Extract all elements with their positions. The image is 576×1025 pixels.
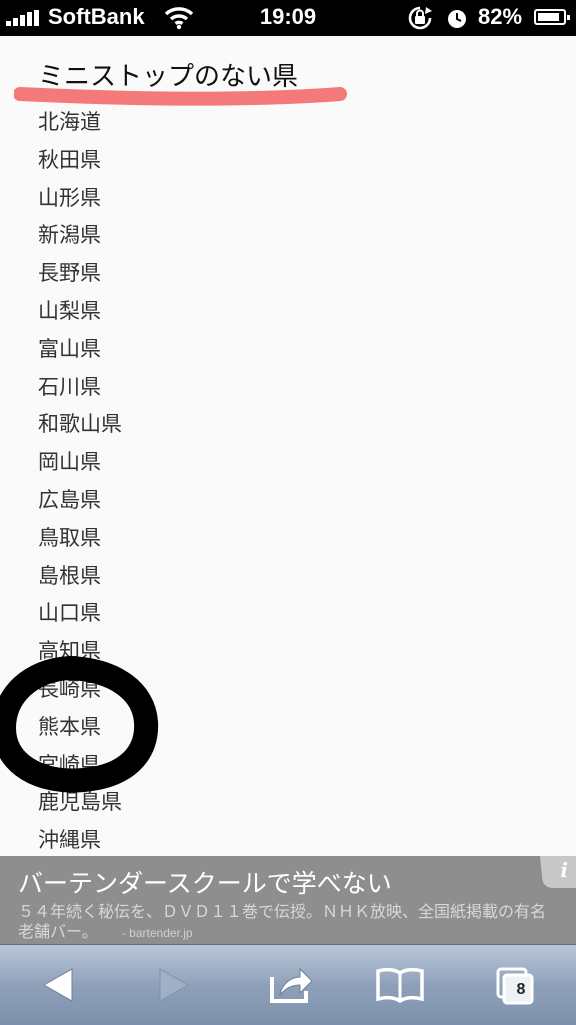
share-button[interactable] bbox=[262, 961, 318, 1009]
prefecture-item: 山梨県 bbox=[38, 298, 101, 323]
status-bar: SoftBank 19:09 82% bbox=[0, 0, 576, 36]
prefecture-item: 石川県 bbox=[38, 374, 101, 399]
ad-info-icon[interactable]: i bbox=[560, 858, 568, 882]
ad-body: ５４年続く秘伝を、ＤＶＤ１１巻で伝授。ＮＨＫ放映、全国紙掲載の有名老舗バー。 - … bbox=[18, 902, 558, 943]
alarm-clock-icon bbox=[448, 10, 466, 28]
ad-banner[interactable]: バーテンダースクールで学べない ５４年続く秘伝を、ＤＶＤ１１巻で伝授。ＮＨＫ放映… bbox=[0, 856, 576, 944]
ad-info-corner bbox=[540, 856, 576, 888]
battery-icon bbox=[534, 9, 570, 25]
tab-count: 8 bbox=[516, 981, 526, 998]
web-page-content: ミニストップのない県 北海道秋田県山形県新潟県長野県山梨県富山県石川県和歌山県岡… bbox=[0, 36, 576, 856]
prefecture-item: 鳥取県 bbox=[38, 525, 101, 550]
prefecture-item: 沖縄県 bbox=[38, 828, 101, 853]
prefecture-item: 新潟県 bbox=[38, 223, 101, 248]
forward-button[interactable] bbox=[146, 961, 202, 1009]
prefecture-item: 岡山県 bbox=[38, 450, 101, 475]
forward-arrow-icon bbox=[159, 968, 190, 1002]
prefecture-item: 山形県 bbox=[38, 185, 101, 210]
battery-percentage: 82% bbox=[478, 4, 523, 29]
prefecture-item: 山口県 bbox=[38, 601, 101, 626]
ad-title[interactable]: バーテンダースクールで学べない bbox=[18, 864, 392, 900]
prefecture-item: 島根県 bbox=[38, 563, 101, 588]
prefecture-item: 北海道 bbox=[38, 110, 101, 134]
prefecture-item: 長野県 bbox=[38, 261, 101, 286]
black-circle-annotation bbox=[0, 656, 159, 793]
back-button[interactable] bbox=[30, 961, 86, 1009]
share-icon bbox=[270, 967, 313, 1003]
rotation-lock-icon bbox=[408, 6, 432, 30]
bookmarks-book-icon bbox=[376, 967, 424, 1004]
ad-source: - bartender.jp bbox=[121, 926, 193, 940]
back-arrow-icon bbox=[42, 968, 73, 1002]
prefecture-item: 広島県 bbox=[38, 487, 101, 512]
prefecture-item: 和歌山県 bbox=[38, 412, 122, 437]
page-heading: ミニストップのない県 bbox=[38, 62, 299, 92]
bookmarks-button[interactable] bbox=[372, 961, 428, 1009]
prefecture-item: 秋田県 bbox=[38, 147, 101, 172]
prefecture-item: 富山県 bbox=[38, 336, 101, 361]
browser-toolbar: 8 bbox=[0, 944, 576, 1025]
tabs-button[interactable]: 8 bbox=[488, 961, 544, 1009]
ad-description: ５４年続く秘伝を、ＤＶＤ１１巻で伝授。ＮＨＫ放映、全国紙掲載の有名老舗バー。 bbox=[18, 902, 547, 941]
